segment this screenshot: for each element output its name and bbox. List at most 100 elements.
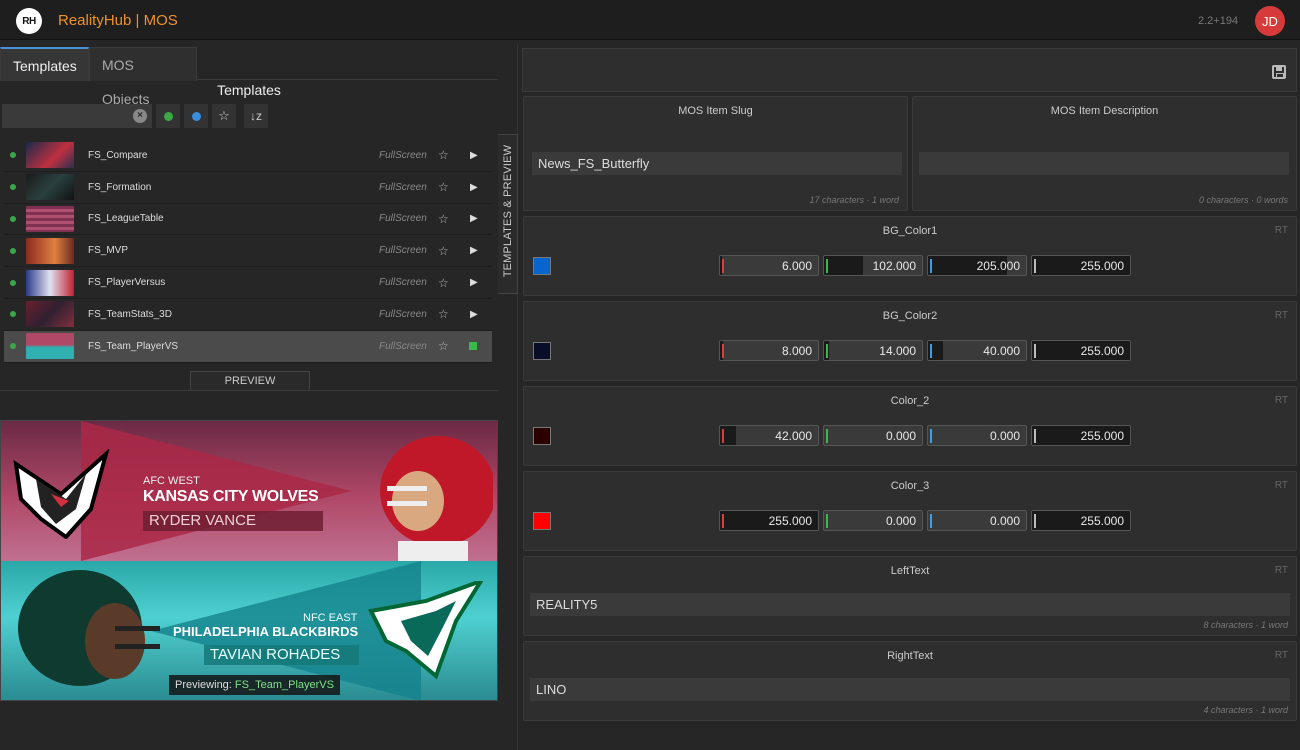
card-title: LeftText — [890, 565, 930, 577]
channel-input-red[interactable]: 6.000 — [719, 255, 819, 276]
card-title: Color_3 — [890, 480, 930, 492]
tab-mos-objects[interactable]: MOS Objects — [89, 47, 197, 107]
template-name: FS_Team_PlayerVS — [88, 340, 179, 352]
channel-input-alpha[interactable]: 255.000 — [1031, 510, 1131, 531]
left-panel: Templates MOS Objects Templates × ☆ ↓z F… — [0, 44, 498, 750]
channel-marker — [826, 429, 828, 443]
left-text-input[interactable]: REALITY5 — [530, 593, 1290, 616]
save-icon[interactable] — [1272, 65, 1286, 79]
favorite-star-icon[interactable]: ☆ — [438, 339, 449, 353]
status-dot-icon — [10, 247, 16, 254]
mos-slug-input[interactable]: News_FS_Butterfly — [532, 152, 902, 175]
template-row[interactable]: FS_Formation FullScreen ☆ ▶ — [4, 172, 492, 204]
char-counter: 0 characters · 0 words — [1198, 195, 1288, 205]
template-row[interactable]: FS_TeamStats_3D FullScreen ☆ ▶ — [4, 299, 492, 331]
tab-templates[interactable]: Templates — [0, 47, 89, 81]
channel-input-blue[interactable]: 205.000 — [927, 255, 1027, 276]
template-name: FS_Compare — [88, 149, 148, 161]
search-input[interactable] — [2, 104, 152, 128]
filter-favorites-button[interactable]: ☆ — [212, 104, 236, 128]
channel-marker — [1034, 429, 1036, 443]
card-title: MOS Item Slug — [678, 105, 753, 117]
channel-input-blue[interactable]: 0.000 — [927, 425, 1027, 446]
app-logo[interactable]: RH — [16, 8, 42, 34]
color-swatch[interactable] — [533, 512, 551, 530]
channel-value: 255.000 — [1080, 259, 1124, 273]
template-name: FS_Formation — [88, 181, 152, 193]
stop-icon[interactable] — [469, 342, 477, 351]
play-icon[interactable]: ▶ — [470, 213, 478, 224]
preview-team-top: KANSAS CITY WOLVES — [143, 488, 319, 505]
channel-marker — [722, 344, 724, 358]
play-icon[interactable]: ▶ — [470, 309, 478, 320]
color-card-color-2: Color_2 RT 42.000 0.000 0.000 255.000 — [523, 386, 1297, 466]
channel-marker — [826, 259, 828, 273]
template-row[interactable]: FS_LeagueTable FullScreen ☆ ▶ — [4, 204, 492, 236]
rt-label: RT — [1274, 480, 1288, 491]
channel-value: 42.000 — [775, 429, 812, 443]
color-swatch[interactable] — [533, 342, 551, 360]
version-label: 2.2+194 — [1198, 15, 1239, 27]
preview-status: Previewing: FS_Team_PlayerVS — [169, 675, 340, 695]
mos-description-input[interactable] — [919, 152, 1289, 175]
channel-marker — [826, 344, 828, 358]
preview-bottom-half: NFC EAST PHILADELPHIA BLACKBIRDS TAVIAN … — [1, 561, 497, 700]
color-swatch[interactable] — [533, 257, 551, 275]
channel-input-red[interactable]: 42.000 — [719, 425, 819, 446]
rt-label: RT — [1274, 565, 1288, 576]
template-row[interactable]: FS_MVP FullScreen ☆ ▶ — [4, 235, 492, 268]
channel-input-alpha[interactable]: 255.000 — [1031, 340, 1131, 361]
channel-input-red[interactable]: 8.000 — [719, 340, 819, 361]
channel-marker — [1034, 259, 1036, 273]
card-title: BG_Color2 — [882, 310, 938, 322]
sort-button[interactable]: ↓z — [244, 104, 268, 128]
channel-input-green[interactable]: 0.000 — [823, 510, 923, 531]
channel-marker — [1034, 344, 1036, 358]
templates-preview-toggle-tab[interactable]: TEMPLATES & PREVIEW — [498, 134, 518, 294]
channel-marker — [722, 514, 724, 528]
preview-tab[interactable]: PREVIEW — [190, 371, 310, 391]
play-icon[interactable]: ▶ — [470, 182, 478, 193]
right-text-input[interactable]: LINO — [530, 678, 1290, 701]
card-title: BG_Color1 — [882, 225, 938, 237]
color-card-bg-color1: BG_Color1 RT 6.000 102.000 205.000 255.000 — [523, 216, 1297, 296]
play-icon[interactable]: ▶ — [470, 277, 478, 288]
user-avatar[interactable]: JD — [1255, 6, 1285, 36]
vertical-tab-label: TEMPLATES & PREVIEW — [502, 144, 514, 278]
channel-input-red[interactable]: 255.000 — [719, 510, 819, 531]
clear-search-icon[interactable]: × — [133, 109, 147, 123]
favorite-star-icon[interactable]: ☆ — [438, 180, 449, 194]
favorite-star-icon[interactable]: ☆ — [438, 307, 449, 321]
channel-input-alpha[interactable]: 255.000 — [1031, 255, 1131, 276]
favorite-star-icon[interactable]: ☆ — [438, 148, 449, 162]
favorite-star-icon[interactable]: ☆ — [438, 212, 449, 226]
channel-input-green[interactable]: 14.000 — [823, 340, 923, 361]
favorite-star-icon[interactable]: ☆ — [438, 244, 449, 258]
channel-marker — [722, 429, 724, 443]
char-counter: 8 characters · 1 word — [1203, 620, 1288, 630]
template-row[interactable]: FS_PlayerVersus FullScreen ☆ ▶ — [4, 267, 492, 299]
channel-input-green[interactable]: 102.000 — [823, 255, 923, 276]
red-helmet-icon — [380, 436, 493, 561]
channel-input-blue[interactable]: 40.000 — [927, 340, 1027, 361]
color-swatch[interactable] — [533, 427, 551, 445]
channel-value: 0.000 — [885, 514, 916, 528]
preview-player-top: RYDER VANCE — [143, 511, 323, 531]
play-icon[interactable]: ▶ — [470, 245, 478, 256]
preview-viewport: AFC WEST KANSAS CITY WOLVES RYDER VANCE … — [0, 420, 498, 701]
template-row[interactable]: FS_Compare FullScreen ☆ ▶ — [4, 140, 492, 172]
card-title: MOS Item Description — [1050, 105, 1159, 117]
rt-label: RT — [1274, 225, 1288, 236]
left-text-card: LeftText RT REALITY5 8 characters · 1 wo… — [523, 556, 1297, 636]
filter-green-button[interactable] — [156, 104, 180, 128]
favorite-star-icon[interactable]: ☆ — [438, 276, 449, 290]
filter-blue-button[interactable] — [184, 104, 208, 128]
play-icon[interactable]: ▶ — [470, 150, 478, 161]
template-row-selected[interactable]: FS_Team_PlayerVS FullScreen ☆ — [4, 330, 492, 363]
star-icon: ☆ — [218, 108, 230, 123]
channel-input-blue[interactable]: 0.000 — [927, 510, 1027, 531]
status-dot-icon — [10, 311, 16, 318]
channel-value: 255.000 — [768, 514, 812, 528]
channel-input-alpha[interactable]: 255.000 — [1031, 425, 1131, 446]
channel-input-green[interactable]: 0.000 — [823, 425, 923, 446]
